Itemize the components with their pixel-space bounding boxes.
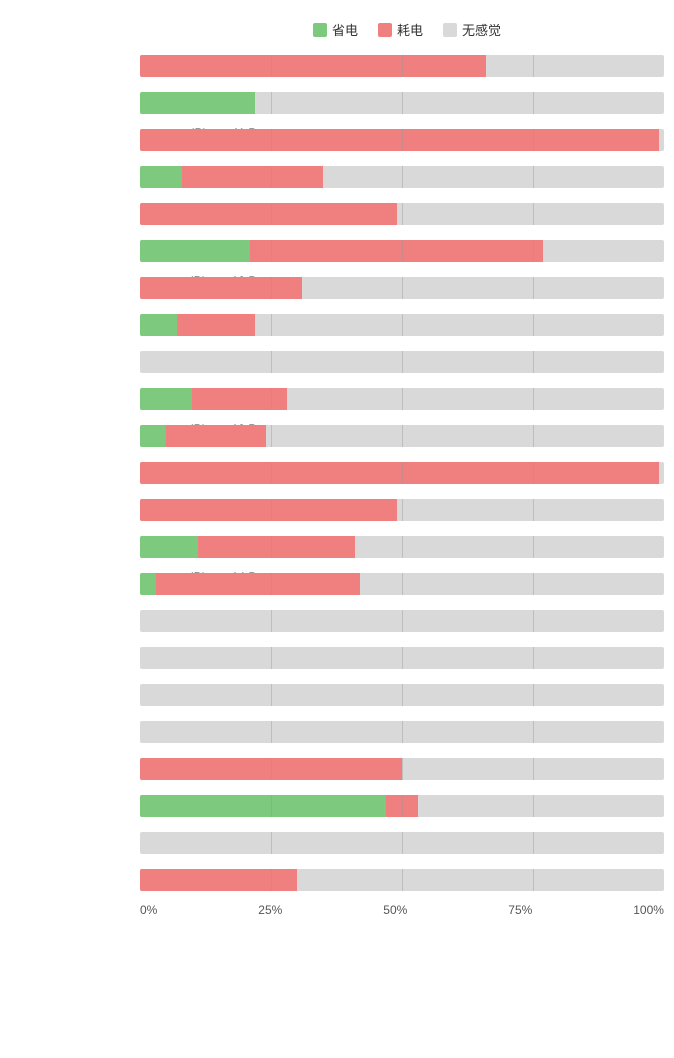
bar-segment-red [198, 536, 355, 558]
bar-row: iPhone 8 [140, 604, 664, 638]
bar-row: iPhone 14 ProMax [140, 567, 664, 601]
bar-row: iPhone 14 [140, 456, 664, 490]
legend-label: 耗电 [397, 20, 423, 39]
bar-row: iPhone X [140, 752, 664, 786]
bar-track [140, 795, 664, 817]
bar-segment-green [140, 795, 386, 817]
bar-row: iPhone 12 mini [140, 197, 664, 231]
bar-row: iPhone XS Max [140, 863, 664, 897]
bar-segment-green [140, 314, 177, 336]
bar-segment-red [140, 869, 297, 891]
bar-segment-red [177, 314, 256, 336]
legend-label: 省电 [332, 20, 358, 39]
x-axis-label: 100% [633, 903, 664, 917]
bar-track [140, 314, 664, 336]
bar-track [140, 351, 664, 373]
bar-segment-red [182, 166, 323, 188]
x-axis: 0% 25% 50% 75% 100% [0, 903, 674, 917]
bar-track [140, 166, 664, 188]
bar-track [140, 647, 664, 669]
bar-track [140, 425, 664, 447]
bar-row: iPhone SE 第3代 [140, 715, 664, 749]
bar-row: iPhone 12 Pro [140, 234, 664, 268]
bar-segment-red [140, 129, 659, 151]
bar-segment-red [192, 388, 286, 410]
bar-row: iPhone 8 Plus [140, 641, 664, 675]
legend-color-swatch [443, 23, 457, 37]
bar-row: iPhone 12 [140, 160, 664, 194]
bar-track [140, 869, 664, 891]
bar-segment-red [166, 425, 266, 447]
bar-row: iPhone XR [140, 789, 664, 823]
bar-track [140, 203, 664, 225]
x-axis-label: 0% [140, 903, 157, 917]
bar-segment-red [140, 499, 397, 521]
bar-track [140, 277, 664, 299]
legend-item: 无感觉 [443, 20, 501, 39]
bar-row: iPhone SE 第2代 [140, 678, 664, 712]
bar-row: iPhone 12 ProMax [140, 271, 664, 305]
x-axis-label: 50% [383, 903, 407, 917]
bar-track [140, 129, 664, 151]
legend-item: 省电 [313, 20, 358, 39]
bar-track [140, 758, 664, 780]
bar-segment-red [156, 573, 360, 595]
bar-track [140, 536, 664, 558]
bar-segment-red [140, 55, 486, 77]
bar-track [140, 462, 664, 484]
x-axis-label: 25% [258, 903, 282, 917]
bar-track [140, 721, 664, 743]
bar-row: iPhone 14 Pro [140, 530, 664, 564]
bar-row: iPhone 14 Plus [140, 493, 664, 527]
bar-row: iPhone 13 ProMax [140, 419, 664, 453]
bar-row: iPhone 13 mini [140, 345, 664, 379]
x-axis-label: 75% [508, 903, 532, 917]
bar-row: iPhone XS [140, 826, 664, 860]
chart-container: 省电 耗电 无感觉 iPhone 11iPhone 11 ProiPhone 11 … [0, 10, 674, 947]
bar-segment-green [140, 573, 156, 595]
bar-segment-green [140, 240, 250, 262]
bar-segment-green [140, 166, 182, 188]
bar-segment-red [140, 203, 397, 225]
bar-segment-green [140, 388, 192, 410]
bar-track [140, 573, 664, 595]
bar-segment-green [140, 92, 255, 114]
bar-track [140, 832, 664, 854]
bar-track [140, 388, 664, 410]
bar-track [140, 55, 664, 77]
chart-area: iPhone 11iPhone 11 ProiPhone 11 ProMaxiP… [0, 49, 674, 897]
legend-item: 耗电 [378, 20, 423, 39]
bar-track [140, 499, 664, 521]
bar-segment-red [140, 277, 302, 299]
legend-label: 无感觉 [462, 20, 501, 39]
bar-track [140, 240, 664, 262]
bar-track [140, 92, 664, 114]
bar-segment-red [140, 462, 659, 484]
bar-track [140, 684, 664, 706]
legend-color-swatch [378, 23, 392, 37]
bar-segment-green [140, 425, 166, 447]
bar-segment-green [140, 536, 198, 558]
legend: 省电 耗电 无感觉 [0, 20, 674, 39]
legend-color-swatch [313, 23, 327, 37]
bar-row: iPhone 11 ProMax [140, 123, 664, 157]
bar-row: iPhone 11 [140, 49, 664, 83]
bar-row: iPhone 13 Pro [140, 382, 664, 416]
bar-segment-red [250, 240, 543, 262]
bar-row: iPhone 13 [140, 308, 664, 342]
bar-row: iPhone 11 Pro [140, 86, 664, 120]
bar-track [140, 610, 664, 632]
